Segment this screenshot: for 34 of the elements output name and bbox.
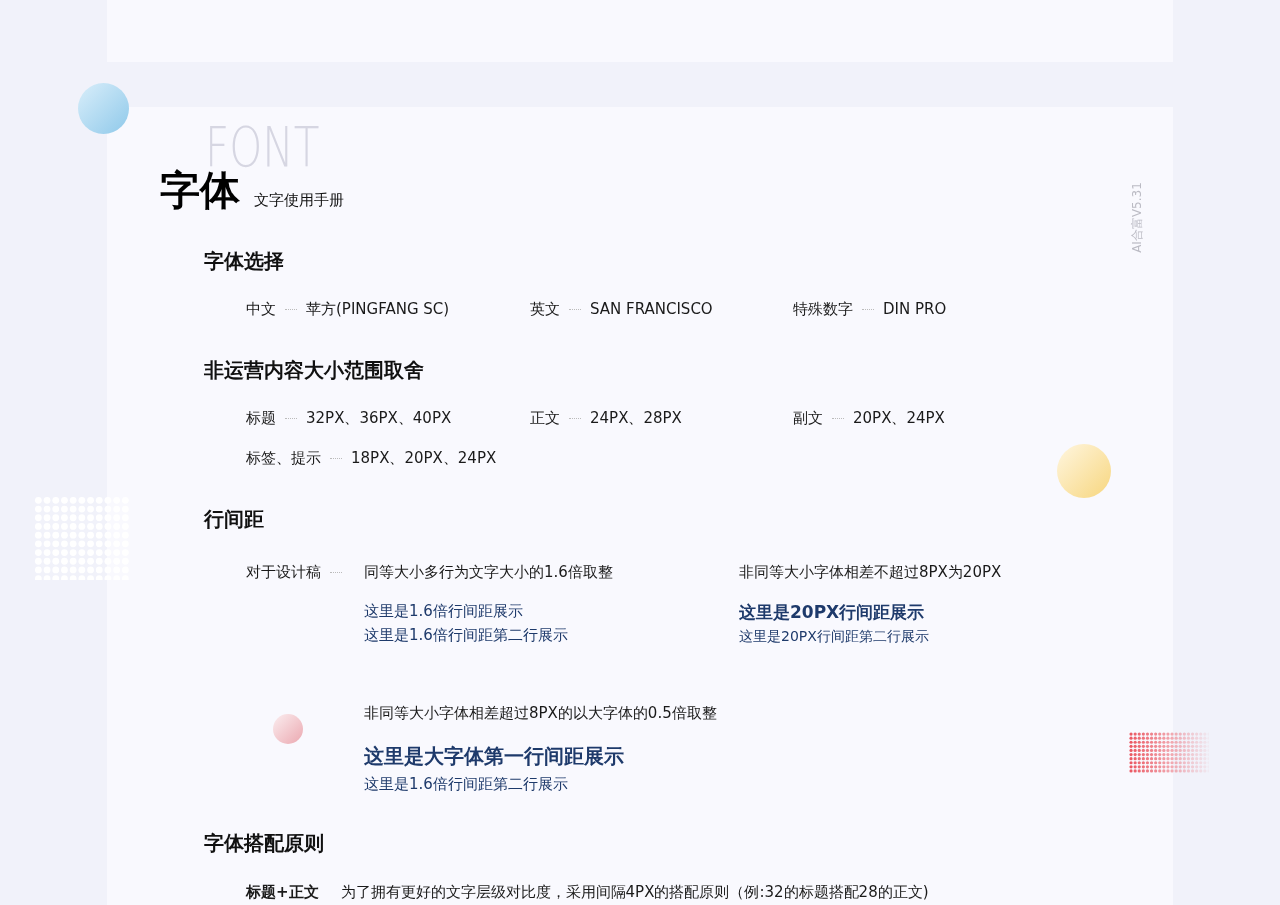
circle-decoration	[78, 83, 129, 134]
item-value: 32PX、36PX、40PX	[306, 408, 452, 429]
item-value: DIN PRO	[883, 299, 947, 320]
item-value: 18PX、20PX、24PX	[351, 448, 497, 469]
section-heading: 非运营内容大小范围取舍	[204, 357, 424, 383]
circle-decoration	[1057, 444, 1111, 498]
sample-text: 这里是20PX行间距展示	[739, 601, 926, 624]
item-value: 20PX、24PX	[853, 408, 945, 429]
rule-text: 同等大小多行为文字大小的1.6倍取整	[364, 562, 614, 583]
item-label: 标题	[246, 408, 276, 429]
item-label: 英文	[530, 299, 560, 320]
circle-decoration	[273, 714, 303, 744]
section-heading: 字体选择	[204, 248, 284, 274]
sample-text: 这里是1.6倍行间距第二行展示	[364, 774, 569, 795]
item-label: 特殊数字	[793, 299, 853, 320]
item-label: 标签、提示	[246, 448, 321, 469]
section-heading: 行间距	[204, 506, 264, 532]
sample-text: 这里是20PX行间距第二行展示	[739, 627, 930, 646]
item-value: 苹方(PINGFANG SC)	[306, 299, 450, 320]
item-value: 24PX、28PX	[590, 408, 682, 429]
rule-text: 非同等大小字体相差超过8PX的以大字体的0.5倍取整	[364, 703, 718, 724]
sample-text: 这里是大字体第一行间距展示	[364, 743, 625, 770]
item-label: 标题+正文	[246, 882, 319, 903]
sample-text: 这里是1.6倍行间距展示	[364, 601, 524, 622]
section-heading: 字体搭配原则	[204, 830, 324, 856]
rule-text: 为了拥有更好的文字层级对比度，采用间隔4PX的搭配原则（例:32的标题搭配28的正文)	[340, 882, 929, 903]
item-value: SAN FRANCISCO	[590, 299, 713, 320]
rule-text: 非同等大小字体相差不超过8PX为20PX	[739, 562, 1003, 583]
page-subtitle: 文字使用手册	[254, 190, 344, 211]
item-label: 正文	[530, 408, 560, 429]
sample-text: 这里是1.6倍行间距第二行展示	[364, 625, 569, 646]
item-label: 中文	[246, 299, 276, 320]
item-label: 对于设计稿	[246, 562, 321, 583]
item-label: 副文	[793, 408, 823, 429]
